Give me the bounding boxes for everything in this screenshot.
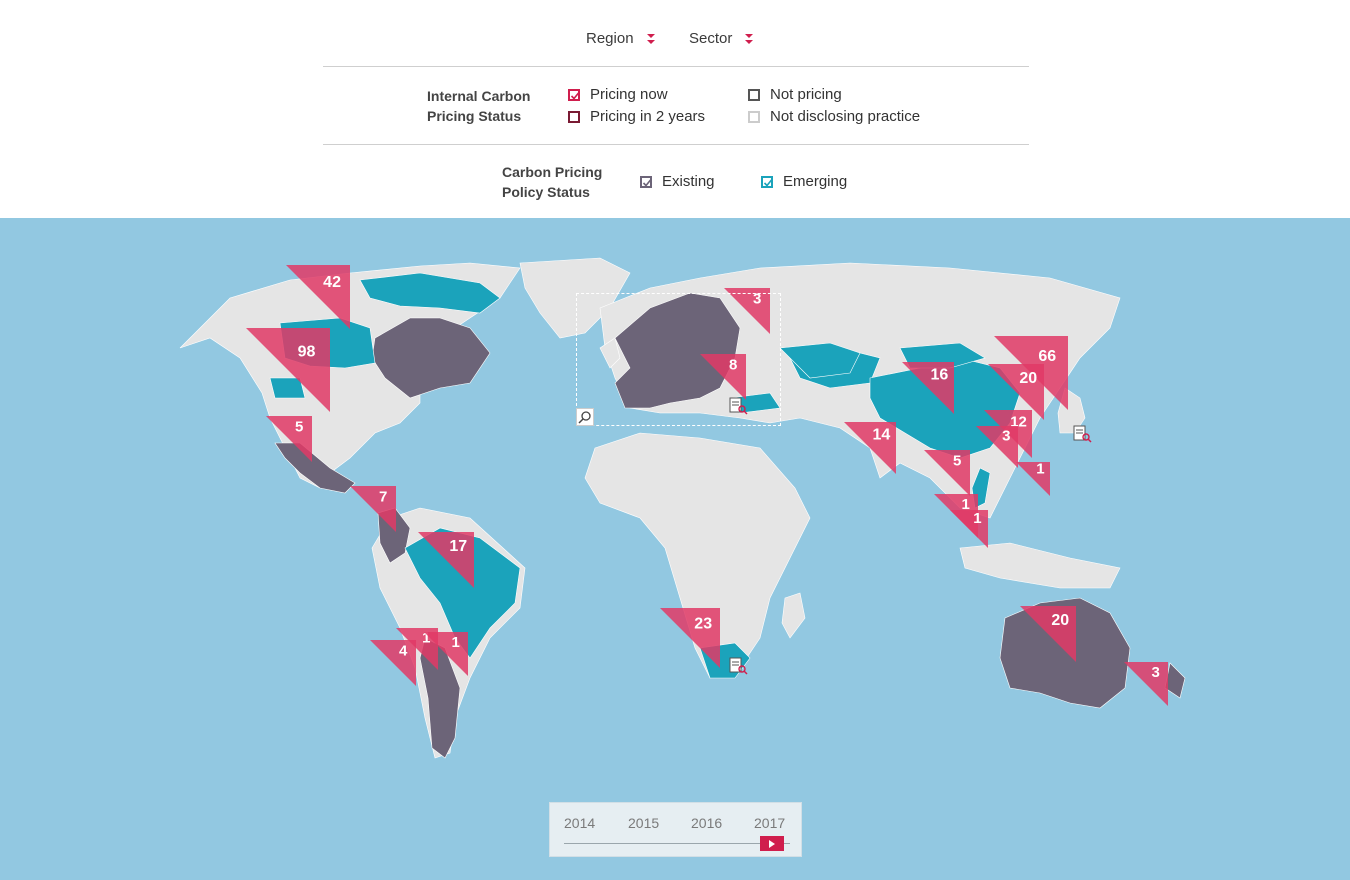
emerging-checkbox[interactable]: Emerging — [761, 173, 847, 190]
pricing-marker-value: 8 — [729, 357, 737, 374]
pricing-marker-value: 5 — [295, 419, 303, 436]
policy-status-title-line1: Carbon Pricing — [502, 164, 603, 180]
internal-pricing-title-line2: Pricing Status — [427, 108, 522, 124]
filter-panel: Region Sector Internal Carbon Pricing St… — [0, 0, 1350, 218]
year-2017[interactable]: 2017 — [754, 815, 785, 831]
indonesia-land — [959, 542, 1121, 589]
pricing-marker-value: 23 — [694, 615, 712, 632]
pricing-marker-value: 3 — [1002, 427, 1010, 444]
not-disclosing-checkbox[interactable]: Not disclosing practice — [748, 108, 920, 125]
document-search-icon[interactable] — [1072, 424, 1092, 444]
pricing-marker-value: 20 — [1019, 370, 1037, 387]
pricing-marker[interactable]: 1 — [950, 510, 988, 548]
pricing-marker-triangle[interactable] — [950, 510, 988, 548]
pricing-marker-value: 20 — [1051, 612, 1069, 629]
pricing-marker-value: 42 — [323, 274, 341, 291]
document-search-icon[interactable] — [728, 656, 748, 676]
pricing-marker-value: 1 — [422, 629, 430, 646]
pricing-marker-triangle[interactable] — [1124, 662, 1168, 706]
pricing-marker-value: 17 — [449, 538, 467, 555]
pricing-marker-value: 66 — [1038, 348, 1056, 365]
emerging-label: Emerging — [783, 173, 848, 190]
timeline-track[interactable] — [564, 843, 790, 844]
play-button[interactable] — [760, 836, 784, 851]
internal-pricing-title: Internal Carbon Pricing Status — [427, 86, 530, 126]
pricing-marker-value: 16 — [931, 367, 949, 384]
checkbox-unchecked-icon — [748, 88, 760, 101]
world-map[interactable]: 42 98 5 7 17 4 1 1 3 8 23 16 14 66 20 12 3 5 1 1 1 20 3 2014 2… — [0, 218, 1350, 880]
not-disclosing-label: Not disclosing practice — [770, 108, 921, 125]
year-timeline[interactable]: 2014 2015 2016 2017 — [549, 802, 802, 857]
pricing-marker-value: 3 — [1152, 664, 1160, 681]
not-pricing-label: Not pricing — [770, 86, 842, 103]
madagascar-land — [781, 592, 806, 639]
pricing-marker-value: 14 — [873, 427, 891, 444]
pricing-marker[interactable]: 23 — [660, 608, 720, 668]
pricing-marker-triangle[interactable] — [350, 486, 396, 532]
pricing-marker[interactable]: 4 — [370, 640, 416, 686]
existing-checkbox[interactable]: Existing — [640, 173, 715, 190]
pricing-2-years-label: Pricing in 2 years — [590, 108, 706, 125]
existing-label: Existing — [662, 173, 715, 190]
pricing-marker-value: 4 — [399, 643, 408, 660]
year-2015[interactable]: 2015 — [628, 815, 659, 831]
region-dropdown[interactable]: Region — [586, 30, 656, 47]
not-pricing-checkbox[interactable]: Not pricing — [748, 86, 842, 103]
chevron-down-icon — [745, 33, 754, 44]
checkbox-unchecked-icon — [568, 110, 580, 123]
pricing-marker-value: 98 — [298, 344, 316, 361]
pricing-now-label: Pricing now — [590, 86, 668, 103]
checkbox-unchecked-icon — [748, 110, 760, 123]
pricing-now-checkbox[interactable]: Pricing now — [568, 86, 668, 103]
divider — [323, 66, 1029, 67]
pricing-marker-value: 5 — [953, 453, 961, 470]
pricing-marker-value: 1 — [1036, 461, 1044, 478]
pricing-marker-value: 1 — [973, 510, 981, 527]
year-2014[interactable]: 2014 — [564, 815, 595, 831]
pricing-marker[interactable]: 1 — [1016, 461, 1050, 496]
zoom-icon[interactable] — [576, 408, 594, 426]
checkbox-checked-icon — [640, 175, 652, 188]
pricing-marker[interactable]: 3 — [1124, 662, 1168, 706]
sector-dropdown-label: Sector — [689, 30, 733, 47]
pricing-2-years-checkbox[interactable]: Pricing in 2 years — [568, 108, 705, 125]
pricing-marker-value: 3 — [753, 291, 761, 308]
pricing-marker[interactable]: 14 — [844, 422, 896, 474]
checkbox-checked-icon — [568, 88, 580, 101]
region-dropdown-label: Region — [586, 30, 634, 47]
checkbox-checked-icon — [761, 175, 773, 188]
policy-status-title-line2: Policy Status — [502, 184, 590, 200]
pricing-marker-triangle[interactable] — [370, 640, 416, 686]
pricing-marker-value: 1 — [452, 634, 460, 651]
document-search-icon[interactable] — [728, 396, 748, 416]
internal-pricing-title-line1: Internal Carbon — [427, 88, 531, 104]
policy-status-title: Carbon Pricing Policy Status — [502, 162, 602, 202]
divider — [323, 144, 1029, 145]
year-2016[interactable]: 2016 — [691, 815, 722, 831]
pricing-marker-value: 7 — [379, 489, 387, 506]
world-map-canvas: 4298571741 13823161466201235 111203 — [179, 257, 1186, 759]
pricing-marker[interactable]: 7 — [350, 486, 396, 532]
sector-dropdown[interactable]: Sector — [689, 30, 754, 47]
chevron-down-icon — [646, 33, 655, 44]
pricing-marker-triangle[interactable] — [1016, 462, 1050, 496]
